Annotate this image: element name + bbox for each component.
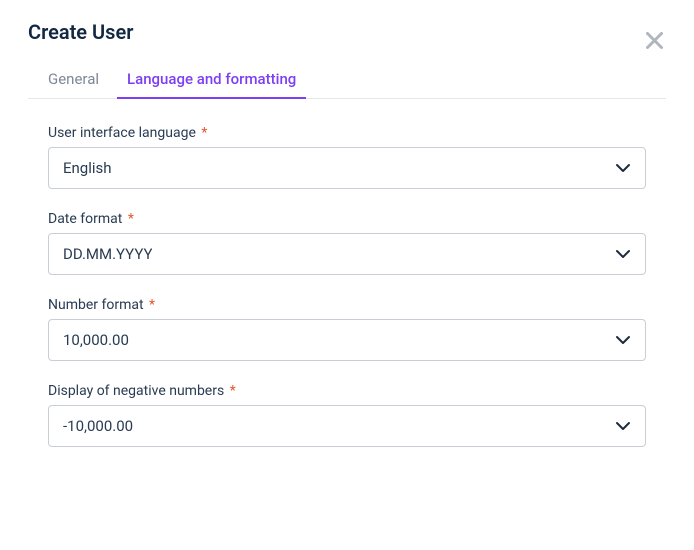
label-text: Number format (48, 297, 144, 313)
select-value: DD.MM.YYYY (63, 245, 152, 263)
chevron-down-icon (615, 421, 631, 431)
chevron-down-icon (615, 249, 631, 259)
select-value: -10,000.00 (63, 417, 133, 435)
tab-bar: General Language and formatting (28, 62, 666, 99)
chevron-down-icon (615, 335, 631, 345)
select-value: 10,000.00 (63, 331, 129, 349)
close-icon (646, 32, 663, 49)
field-number-format: Number format * 10,000.00 (48, 297, 646, 361)
required-marker: * (201, 125, 207, 141)
field-negative-numbers: Display of negative numbers * -10,000.00 (48, 383, 646, 447)
dialog-header: Create User (28, 20, 666, 44)
date-format-label: Date format * (48, 211, 646, 227)
ui-language-select[interactable]: English (48, 147, 646, 189)
ui-language-label: User interface language * (48, 125, 646, 141)
label-text: User interface language (48, 125, 196, 141)
required-marker: * (230, 383, 236, 399)
page-title: Create User (28, 20, 666, 44)
number-format-select[interactable]: 10,000.00 (48, 319, 646, 361)
required-marker: * (128, 211, 134, 227)
negative-numbers-select[interactable]: -10,000.00 (48, 405, 646, 447)
create-user-dialog: Create User General Language and formatt… (0, 0, 694, 447)
field-date-format: Date format * DD.MM.YYYY (48, 211, 646, 275)
negative-numbers-label: Display of negative numbers * (48, 383, 646, 399)
chevron-down-icon (615, 163, 631, 173)
label-text: Display of negative numbers (48, 383, 224, 399)
select-value: English (63, 159, 112, 177)
form-language-formatting: User interface language * English Date f… (28, 99, 666, 447)
required-marker: * (149, 297, 155, 313)
label-text: Date format (48, 211, 122, 227)
tab-general[interactable]: General (48, 62, 99, 98)
close-button[interactable] (642, 28, 666, 52)
field-ui-language: User interface language * English (48, 125, 646, 189)
date-format-select[interactable]: DD.MM.YYYY (48, 233, 646, 275)
tab-language-formatting[interactable]: Language and formatting (127, 62, 296, 98)
number-format-label: Number format * (48, 297, 646, 313)
